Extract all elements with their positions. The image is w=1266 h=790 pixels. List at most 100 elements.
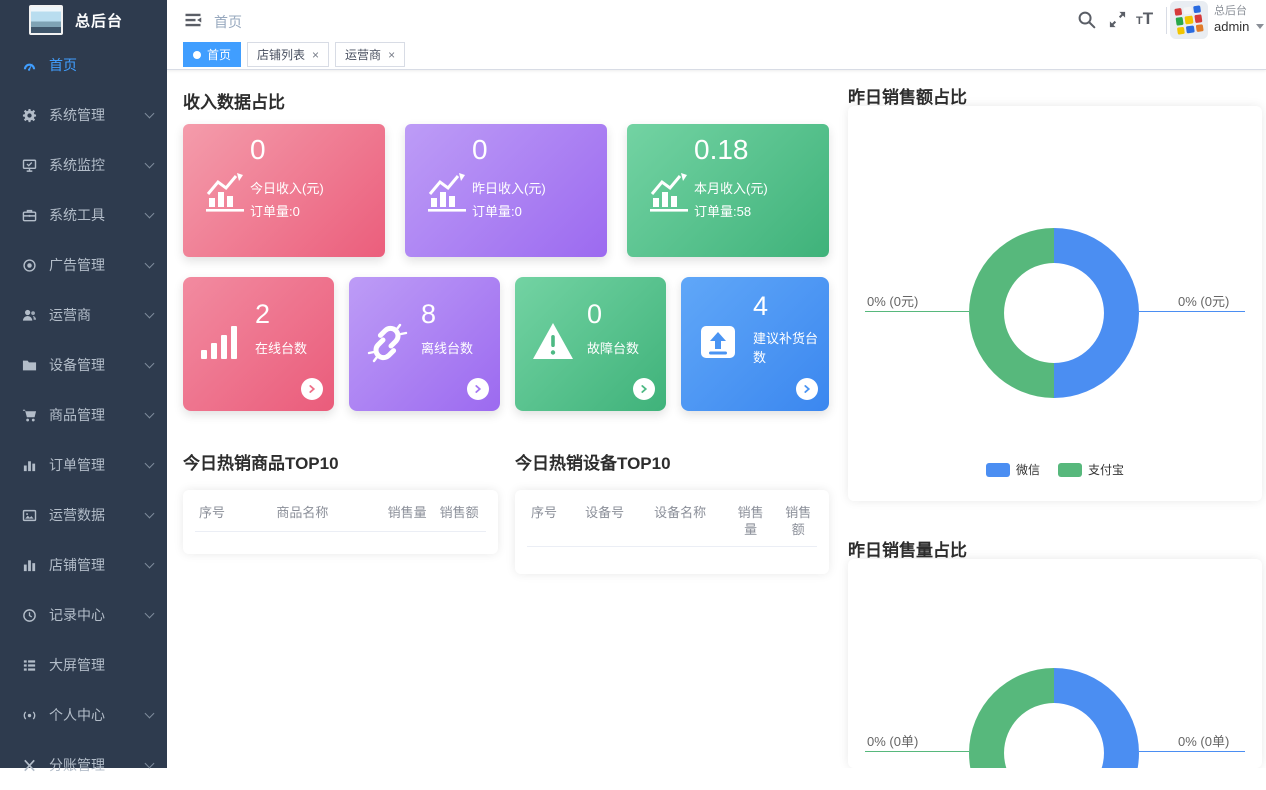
fullscreen-icon[interactable]	[1108, 10, 1128, 30]
yesterday-order-count: 订单量:0	[472, 201, 522, 220]
user-menu[interactable]: 总后台 admin	[1214, 5, 1249, 35]
breadcrumb[interactable]: 首页	[214, 12, 242, 32]
divider	[527, 546, 817, 547]
sidebar-toggle-icon[interactable]	[183, 10, 203, 30]
sidebar-item-label: 店铺管理	[49, 555, 146, 575]
trend-chart-icon	[425, 173, 469, 218]
toolbox-icon	[21, 207, 37, 223]
go-arrow-button[interactable]	[633, 378, 655, 400]
app-logo[interactable]: 总后台	[0, 0, 167, 40]
go-arrow-button[interactable]	[467, 378, 489, 400]
legend-wechat[interactable]: 微信	[986, 461, 1040, 478]
sidebar-menu: 首页 系统管理 系统监控 系统工具 广告管理 运营商	[0, 40, 167, 790]
sidebar-item-label: 分账管理	[49, 755, 146, 775]
users-icon	[21, 307, 37, 323]
sidebar-item-home[interactable]: 首页	[0, 40, 167, 90]
sales-count-donut-card: 0% (0单) 0% (0单)	[848, 559, 1262, 768]
close-icon[interactable]: ×	[388, 48, 395, 62]
fault-devices-value: 0	[587, 299, 602, 330]
go-arrow-button[interactable]	[301, 378, 323, 400]
pie-label-left: 0% (0单)	[867, 731, 918, 750]
sidebar-item-bigscreen-manage[interactable]: 大屏管理	[0, 640, 167, 690]
sidebar-item-order-manage[interactable]: 订单管理	[0, 440, 167, 490]
avatar[interactable]	[1170, 1, 1208, 39]
sidebar-item-system-tools[interactable]: 系统工具	[0, 190, 167, 240]
pie-leader-line	[1139, 311, 1245, 312]
sidebar-item-system-monitor[interactable]: 系统监控	[0, 140, 167, 190]
caret-down-icon[interactable]	[1256, 24, 1264, 29]
yesterday-income-card[interactable]: 0 昨日收入(元) 订单量:0	[405, 124, 607, 257]
month-income-card[interactable]: 0.18 本月收入(元) 订单量:58	[627, 124, 829, 257]
pie-leader-line	[1139, 751, 1245, 752]
fault-devices-card[interactable]: 0 故障台数	[515, 277, 666, 411]
chevron-down-icon	[145, 359, 155, 369]
today-income-value: 0	[250, 134, 266, 166]
sidebar-item-personal-center[interactable]: 个人中心	[0, 690, 167, 740]
offline-devices-card[interactable]: 8 离线台数	[349, 277, 500, 411]
chevron-down-icon	[145, 609, 155, 619]
fault-devices-label: 故障台数	[587, 339, 657, 358]
sidebar-item-label: 广告管理	[49, 255, 146, 275]
sidebar-item-device-manage[interactable]: 设备管理	[0, 340, 167, 390]
col-header: 设备名称	[654, 504, 736, 521]
online-devices-card[interactable]: 2 在线台数	[183, 277, 334, 411]
sidebar-item-record-center[interactable]: 记录中心	[0, 590, 167, 640]
divider	[195, 531, 486, 532]
sidebar-item-label: 商品管理	[49, 405, 146, 425]
today-income-card[interactable]: 0 今日收入(元) 订单量:0	[183, 124, 385, 257]
image-icon	[21, 507, 37, 523]
sidebar-item-label: 个人中心	[49, 705, 146, 725]
trend-chart-icon	[647, 173, 691, 218]
tab-shop-list[interactable]: 店铺列表 ×	[247, 42, 329, 67]
go-arrow-button[interactable]	[796, 378, 818, 400]
active-dot	[193, 51, 201, 59]
sidebar-item-label: 运营商	[49, 305, 146, 325]
chart-legend: 微信 支付宝	[848, 461, 1262, 478]
hot-goods-title: 今日热销商品TOP10	[183, 449, 339, 474]
hot-goods-table: 序号 商品名称 销售量 销售额	[183, 490, 498, 554]
online-devices-value: 2	[255, 299, 270, 330]
sales-count-chart-title: 昨日销售量占比	[848, 536, 967, 561]
table-header-row: 序号 商品名称 销售量 销售额	[183, 490, 498, 521]
scissors-icon	[21, 757, 37, 773]
sidebar-item-operators[interactable]: 运营商	[0, 290, 167, 340]
dashboard-icon	[21, 57, 37, 73]
search-icon[interactable]	[1077, 10, 1097, 30]
tab-home[interactable]: 首页	[183, 42, 241, 67]
donut-chart[interactable]	[959, 658, 1149, 768]
sidebar-item-label: 系统监控	[49, 155, 146, 175]
chevron-down-icon	[145, 559, 155, 569]
font-size-icon[interactable]: TT	[1136, 9, 1162, 29]
restock-suggest-card[interactable]: 4 建议补货台数	[681, 277, 829, 411]
pie-label-right: 0% (0单)	[1178, 731, 1229, 750]
sidebar-item-goods-manage[interactable]: 商品管理	[0, 390, 167, 440]
trend-chart-icon	[203, 173, 247, 218]
tab-label: 店铺列表	[257, 46, 305, 63]
legend-alipay[interactable]: 支付宝	[1058, 461, 1124, 478]
month-order-count: 订单量:58	[694, 201, 751, 220]
close-icon[interactable]: ×	[312, 48, 319, 62]
tab-label: 首页	[207, 46, 231, 63]
col-header: 销售量	[736, 504, 766, 538]
sidebar-item-label: 运营数据	[49, 505, 146, 525]
sidebar-item-label: 系统工具	[49, 205, 146, 225]
restock-suggest-value: 4	[753, 291, 768, 322]
today-order-count: 订单量:0	[250, 201, 300, 220]
sidebar-item-shop-manage[interactable]: 店铺管理	[0, 540, 167, 590]
hot-devices-title: 今日热销设备TOP10	[515, 449, 671, 474]
sales-amount-donut-card: 0% (0元) 0% (0元) 微信 支付宝	[848, 106, 1262, 501]
yesterday-income-value: 0	[472, 134, 488, 166]
tab-operator[interactable]: 运营商 ×	[335, 42, 405, 67]
sidebar-item-split-account[interactable]: 分账管理	[0, 740, 167, 790]
bar-chart-icon	[21, 557, 37, 573]
broadcast-icon	[21, 707, 37, 723]
sidebar-item-ad-manage[interactable]: 广告管理	[0, 240, 167, 290]
sidebar-item-label: 系统管理	[49, 105, 146, 125]
pie-leader-line	[865, 751, 969, 752]
sidebar-item-operation-data[interactable]: 运营数据	[0, 490, 167, 540]
donut-chart[interactable]	[959, 218, 1149, 408]
col-header: 商品名称	[276, 504, 387, 521]
top-navbar: 首页 TT 总后台 admin	[167, 0, 1266, 40]
chevron-down-icon	[145, 759, 155, 769]
sidebar-item-system-manage[interactable]: 系统管理	[0, 90, 167, 140]
